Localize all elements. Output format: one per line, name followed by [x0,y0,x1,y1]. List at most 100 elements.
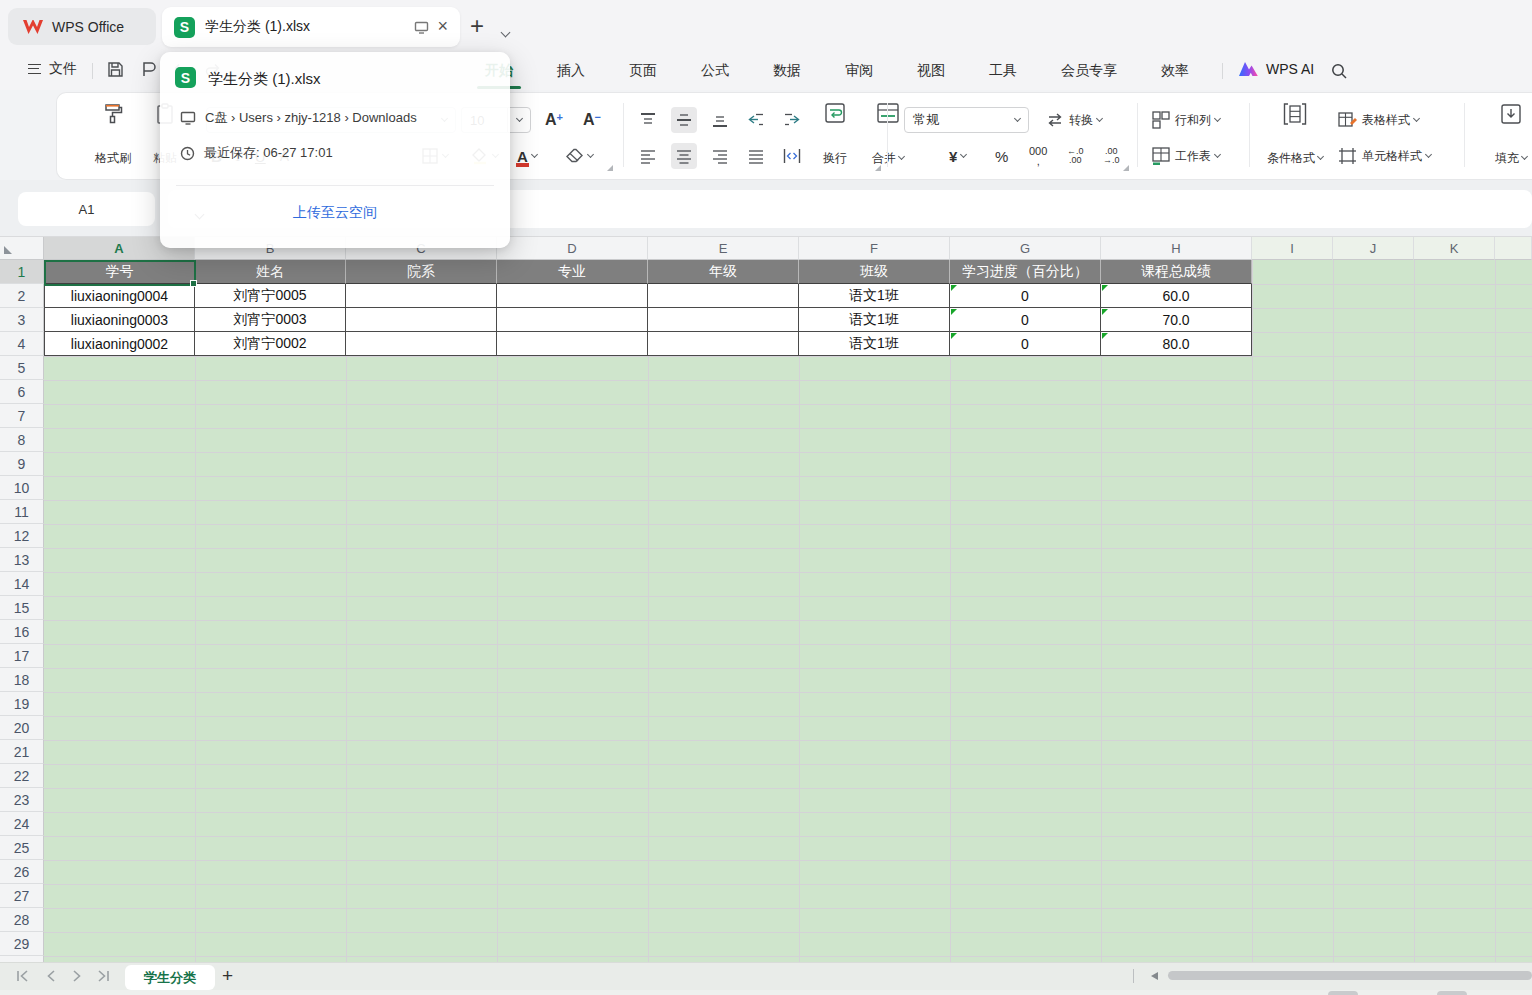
increase-indent-button[interactable] [779,107,805,133]
cell-H4[interactable]: 80.0 [1101,332,1252,356]
cell-C1[interactable]: 院系 [346,260,497,284]
app-menu-button[interactable]: WPS Office [8,8,156,45]
column-header-K[interactable]: K [1414,237,1495,260]
first-sheet-button[interactable] [16,970,30,982]
cell-B4[interactable]: 刘宵宁0002 [195,332,346,356]
cell-G3[interactable]: 0 [950,308,1101,332]
cell-C2[interactable] [346,284,497,308]
row-header-28[interactable]: 28 [0,908,44,932]
tab-list-chevron-icon[interactable] [502,22,509,40]
format-painter-button[interactable]: 格式刷 [89,99,137,173]
cell-G4[interactable]: 0 [950,332,1101,356]
cell-A3[interactable]: liuxiaoning0003 [44,308,195,332]
monitor-icon[interactable] [414,21,429,34]
row-header-25[interactable]: 25 [0,836,44,860]
cell-D3[interactable] [497,308,648,332]
row-header-21[interactable]: 21 [0,740,44,764]
wrap-text-button[interactable]: 换行 [813,99,857,173]
row-header-23[interactable]: 23 [0,788,44,812]
add-sheet-button[interactable]: + [222,965,233,987]
cell-B3[interactable]: 刘宵宁0003 [195,308,346,332]
justify-button[interactable] [743,143,769,169]
row-header-5[interactable]: 5 [0,356,44,380]
row-header-7[interactable]: 7 [0,404,44,428]
cell-B2[interactable]: 刘宵宁0005 [195,284,346,308]
row-header-29[interactable]: 29 [0,932,44,956]
cell-E2[interactable] [648,284,799,308]
save-icon[interactable] [106,60,125,79]
selection-handle[interactable] [190,280,197,287]
ribbon-tab-7[interactable]: 视图 [895,52,967,90]
conditional-format-button[interactable]: 条件格式 [1257,99,1333,173]
increase-decimal-button[interactable]: .00→.0 [1103,143,1120,169]
column-header-G[interactable]: G [950,237,1101,260]
cell-C3[interactable] [346,308,497,332]
column-header-D[interactable]: D [497,237,648,260]
cell-H1[interactable]: 课程总成绩 [1101,260,1252,284]
cell-H2[interactable]: 60.0 [1101,284,1252,308]
cell-B1[interactable]: 姓名 [195,260,346,284]
align-top-button[interactable] [635,107,661,133]
decrease-decimal-button[interactable]: ←.0.00 [1067,143,1084,169]
cell-H3[interactable]: 70.0 [1101,308,1252,332]
scroll-left-icon[interactable] [1151,972,1158,980]
cell-D4[interactable] [497,332,648,356]
row-header-17[interactable]: 17 [0,644,44,668]
document-tab[interactable]: S 学生分类 (1).xlsx × [162,7,460,47]
text-orientation-button[interactable] [779,143,805,169]
row-header-12[interactable]: 12 [0,524,44,548]
new-tab-button[interactable]: + [470,14,484,38]
cell-E1[interactable]: 年级 [648,260,799,284]
row-header-22[interactable]: 22 [0,764,44,788]
align-right-button[interactable] [707,143,733,169]
align-bottom-button[interactable] [707,107,733,133]
row-header-2[interactable]: 2 [0,284,44,308]
column-header-I[interactable]: I [1252,237,1333,260]
ribbon-tab-2[interactable]: 插入 [535,52,607,90]
column-header-partial[interactable] [1495,237,1532,260]
search-icon[interactable] [1330,62,1348,80]
align-middle-button[interactable] [671,107,697,133]
wps-ai-button[interactable]: WPS AI [1238,60,1314,77]
cell-style-button[interactable]: 单元格样式 [1337,143,1431,169]
font-size-chevron[interactable] [507,107,531,133]
cell-A1[interactable]: 学号 [44,260,195,284]
ribbon-tab-3[interactable]: 页面 [607,52,679,90]
group-expand-marker[interactable] [607,165,613,171]
font-color-button[interactable]: A [517,143,537,169]
row-header-9[interactable]: 9 [0,452,44,476]
worksheet-button[interactable]: 工作表 [1151,143,1220,169]
convert-button[interactable]: 转换 [1045,107,1102,133]
cell-F2[interactable]: 语文1班 [799,284,950,308]
align-center-button[interactable] [671,143,697,169]
ribbon-tab-9[interactable]: 会员专享 [1039,52,1139,90]
row-header-18[interactable]: 18 [0,668,44,692]
eraser-button[interactable] [565,143,593,169]
row-header-14[interactable]: 14 [0,572,44,596]
row-header-27[interactable]: 27 [0,884,44,908]
increase-font-button[interactable]: A+ [541,107,567,133]
thousands-format-button[interactable]: 000, [1029,143,1047,169]
row-header-15[interactable]: 15 [0,596,44,620]
row-header-24[interactable]: 24 [0,812,44,836]
column-header-J[interactable]: J [1333,237,1414,260]
row-header-10[interactable]: 10 [0,476,44,500]
align-left-button[interactable] [635,143,661,169]
cell-A2[interactable]: liuxiaoning0004 [44,284,195,308]
last-sheet-button[interactable] [96,970,110,982]
currency-format-button[interactable]: ¥ [949,143,966,169]
cell-D1[interactable]: 专业 [497,260,648,284]
ribbon-tab-6[interactable]: 审阅 [823,52,895,90]
number-format-combo[interactable]: 常规 [904,107,1029,133]
cell-E3[interactable] [648,308,799,332]
cell-F1[interactable]: 班级 [799,260,950,284]
row-header-11[interactable]: 11 [0,500,44,524]
column-header-H[interactable]: H [1101,237,1252,260]
cell-D2[interactable] [497,284,648,308]
row-header-19[interactable]: 19 [0,692,44,716]
row-header-16[interactable]: 16 [0,620,44,644]
next-sheet-button[interactable] [72,970,82,982]
column-header-F[interactable]: F [799,237,950,260]
file-menu[interactable]: 文件 [28,60,77,78]
row-header-3[interactable]: 3 [0,308,44,332]
